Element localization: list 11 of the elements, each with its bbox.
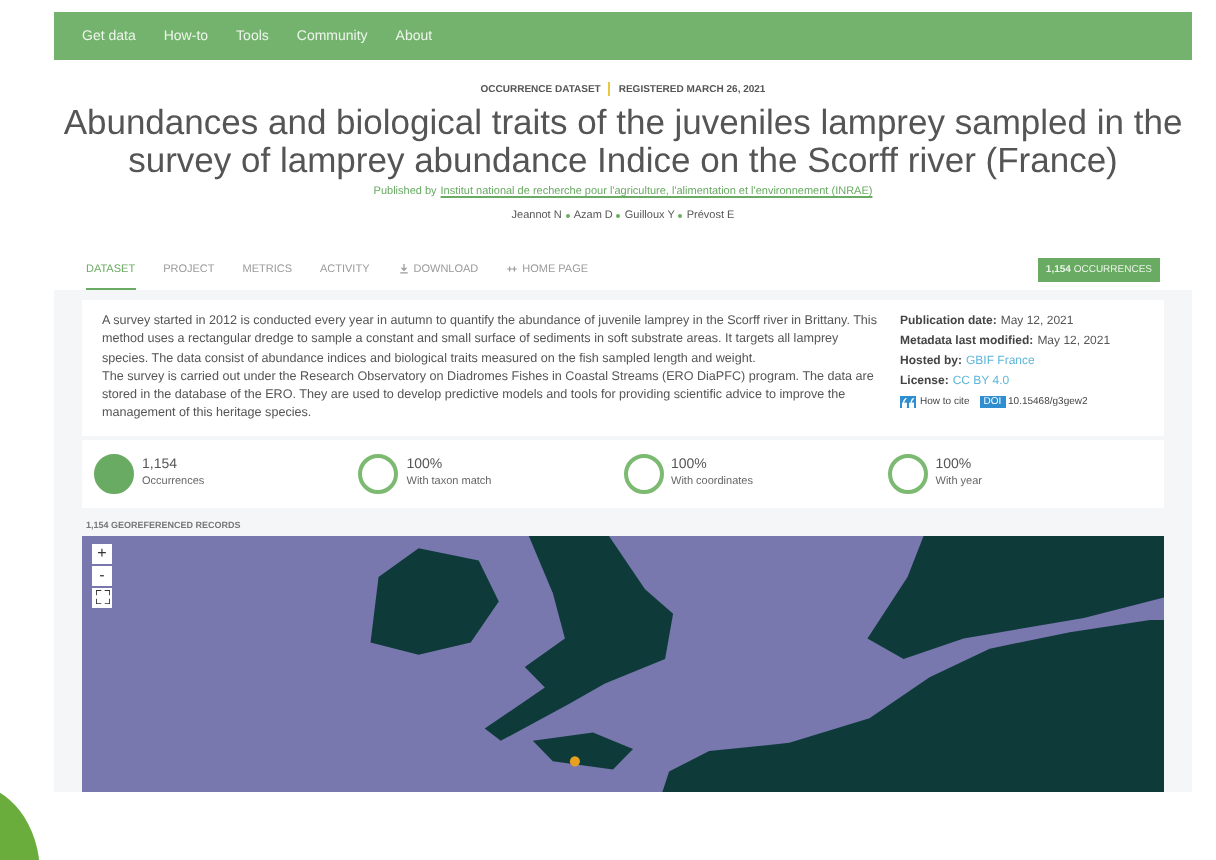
download-icon [397,264,410,274]
dataset-title: Abundances and biological traits of the juveniles lamprey sampled in the survey of lamprey abundance Indice on the Scorff river (France) [61,104,1185,180]
occurrence-marker [569,755,580,766]
separator-dot [616,214,621,218]
zoom-in-button[interactable]: + [92,543,112,564]
zoom-out-button[interactable]: - [92,565,112,586]
quote-icon [900,396,916,408]
separator-dot [565,214,570,218]
fullscreen-button[interactable] [92,587,112,608]
separator-dot [678,214,683,218]
link-icon [506,264,519,274]
